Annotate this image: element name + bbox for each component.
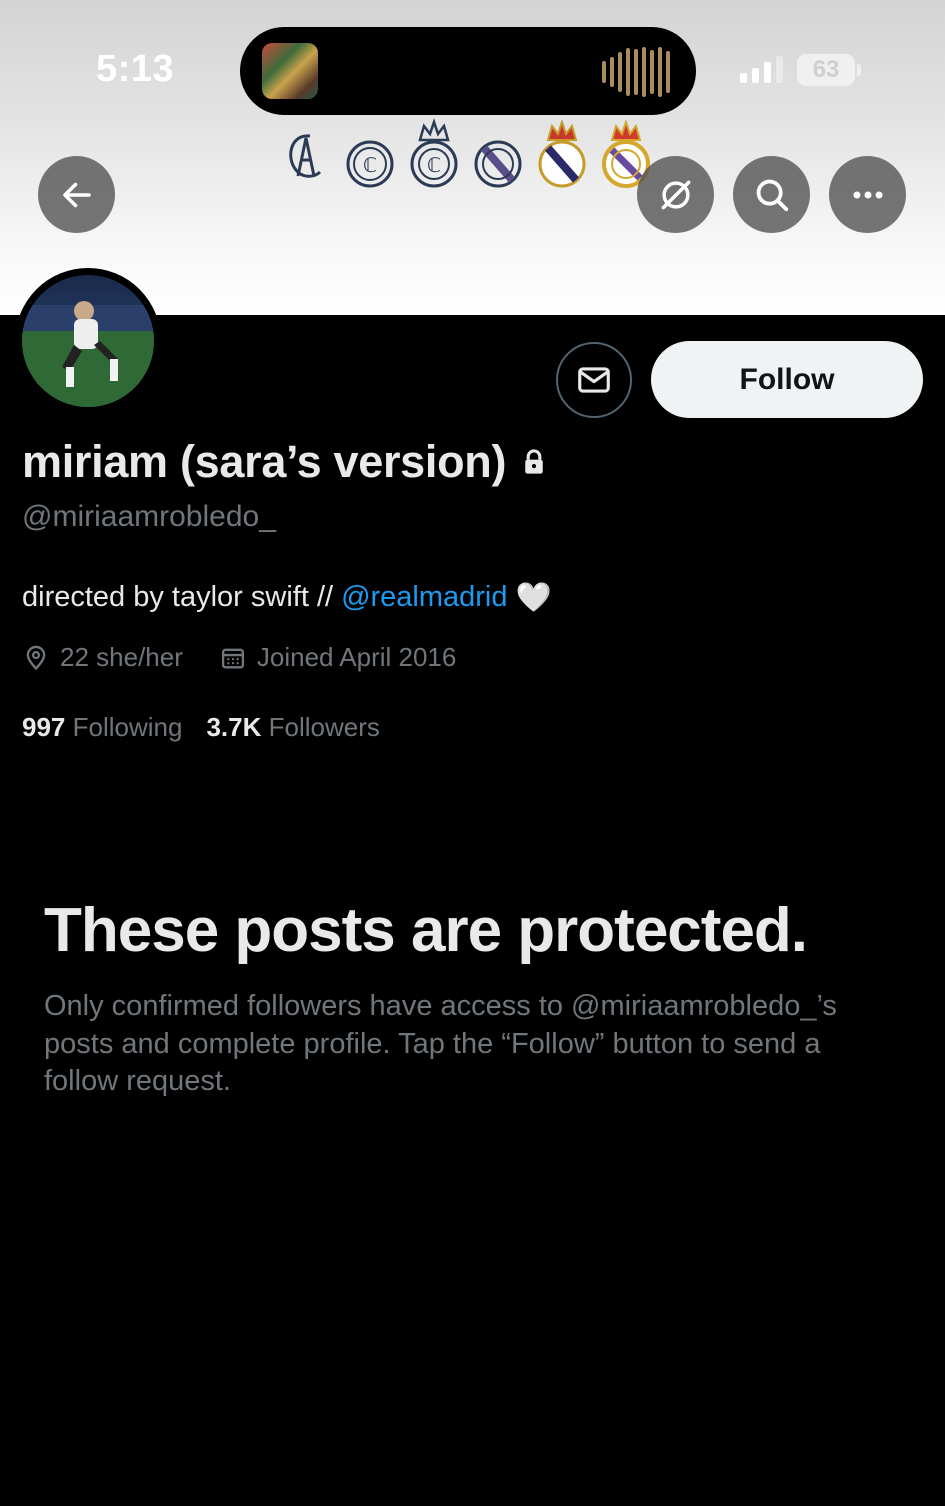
profile-bio: directed by taylor swift // @realmadrid … bbox=[22, 580, 552, 615]
location-pin-icon bbox=[26, 645, 46, 670]
follow-stats: 997 Following 3.7K Followers bbox=[22, 712, 380, 743]
search-icon bbox=[756, 179, 788, 211]
crest-crowned-band-icon bbox=[538, 118, 586, 188]
location-item: 22 she/her bbox=[22, 642, 183, 673]
translate-toggle-button[interactable] bbox=[637, 156, 714, 233]
following-label: Following bbox=[72, 712, 183, 742]
calendar-icon bbox=[221, 648, 244, 668]
no-translate-icon bbox=[661, 180, 690, 209]
bio-text: directed by taylor swift // bbox=[22, 581, 334, 613]
audio-waveform-icon bbox=[602, 47, 670, 97]
bio-mention-link[interactable]: @realmadrid bbox=[341, 581, 507, 614]
joined-text: Joined April 2016 bbox=[256, 642, 457, 672]
signal-icon bbox=[740, 56, 783, 83]
protected-title: These posts are protected. bbox=[44, 896, 808, 965]
crest-circle-icon: ℂ bbox=[346, 140, 394, 188]
battery-indicator: 63 bbox=[797, 54, 855, 86]
following-count: 997 bbox=[22, 712, 66, 742]
profile-name-row: miriam (sara’s version) bbox=[22, 436, 548, 488]
crest-crowned-circle-icon: ℂ bbox=[410, 118, 458, 188]
location-text: 22 she/her bbox=[60, 642, 183, 672]
following-link[interactable]: 997 Following bbox=[22, 712, 182, 743]
back-button[interactable] bbox=[38, 156, 115, 233]
avatar-photo bbox=[22, 275, 154, 407]
message-button[interactable] bbox=[556, 342, 632, 418]
crest-band-circle-icon bbox=[474, 140, 522, 188]
avatar-player-image bbox=[22, 301, 154, 407]
followers-count: 3.7K bbox=[206, 712, 262, 742]
svg-text:ℂ: ℂ bbox=[427, 155, 441, 177]
white-heart-icon: 🤍 bbox=[515, 580, 552, 614]
status-time: 5:13 bbox=[96, 48, 175, 90]
battery-cap bbox=[857, 64, 861, 76]
crest-monogram-icon bbox=[289, 134, 322, 178]
display-name: miriam (sara’s version) bbox=[22, 436, 507, 487]
now-playing-artwork[interactable] bbox=[262, 43, 318, 99]
profile-handle: @miriaamrobledo_ bbox=[22, 500, 276, 533]
followers-label: Followers bbox=[268, 712, 380, 742]
svg-text:ℂ: ℂ bbox=[363, 155, 377, 177]
profile-meta: 22 she/her Joined April 2016 bbox=[22, 642, 492, 673]
lock-icon bbox=[525, 449, 543, 474]
protected-description: Only confirmed followers have access to … bbox=[44, 990, 837, 1097]
more-horizontal-icon bbox=[852, 191, 883, 198]
more-options-button[interactable] bbox=[829, 156, 906, 233]
profile-avatar[interactable] bbox=[15, 268, 161, 414]
envelope-icon bbox=[578, 367, 610, 393]
arrow-left-icon bbox=[62, 182, 91, 207]
joined-item: Joined April 2016 bbox=[219, 642, 456, 673]
follow-button[interactable]: Follow bbox=[651, 341, 923, 418]
search-button[interactable] bbox=[733, 156, 810, 233]
dynamic-island[interactable] bbox=[240, 27, 696, 115]
followers-link[interactable]: 3.7K Followers bbox=[206, 712, 379, 743]
banner-crests: ℂ ℂ bbox=[280, 118, 652, 188]
